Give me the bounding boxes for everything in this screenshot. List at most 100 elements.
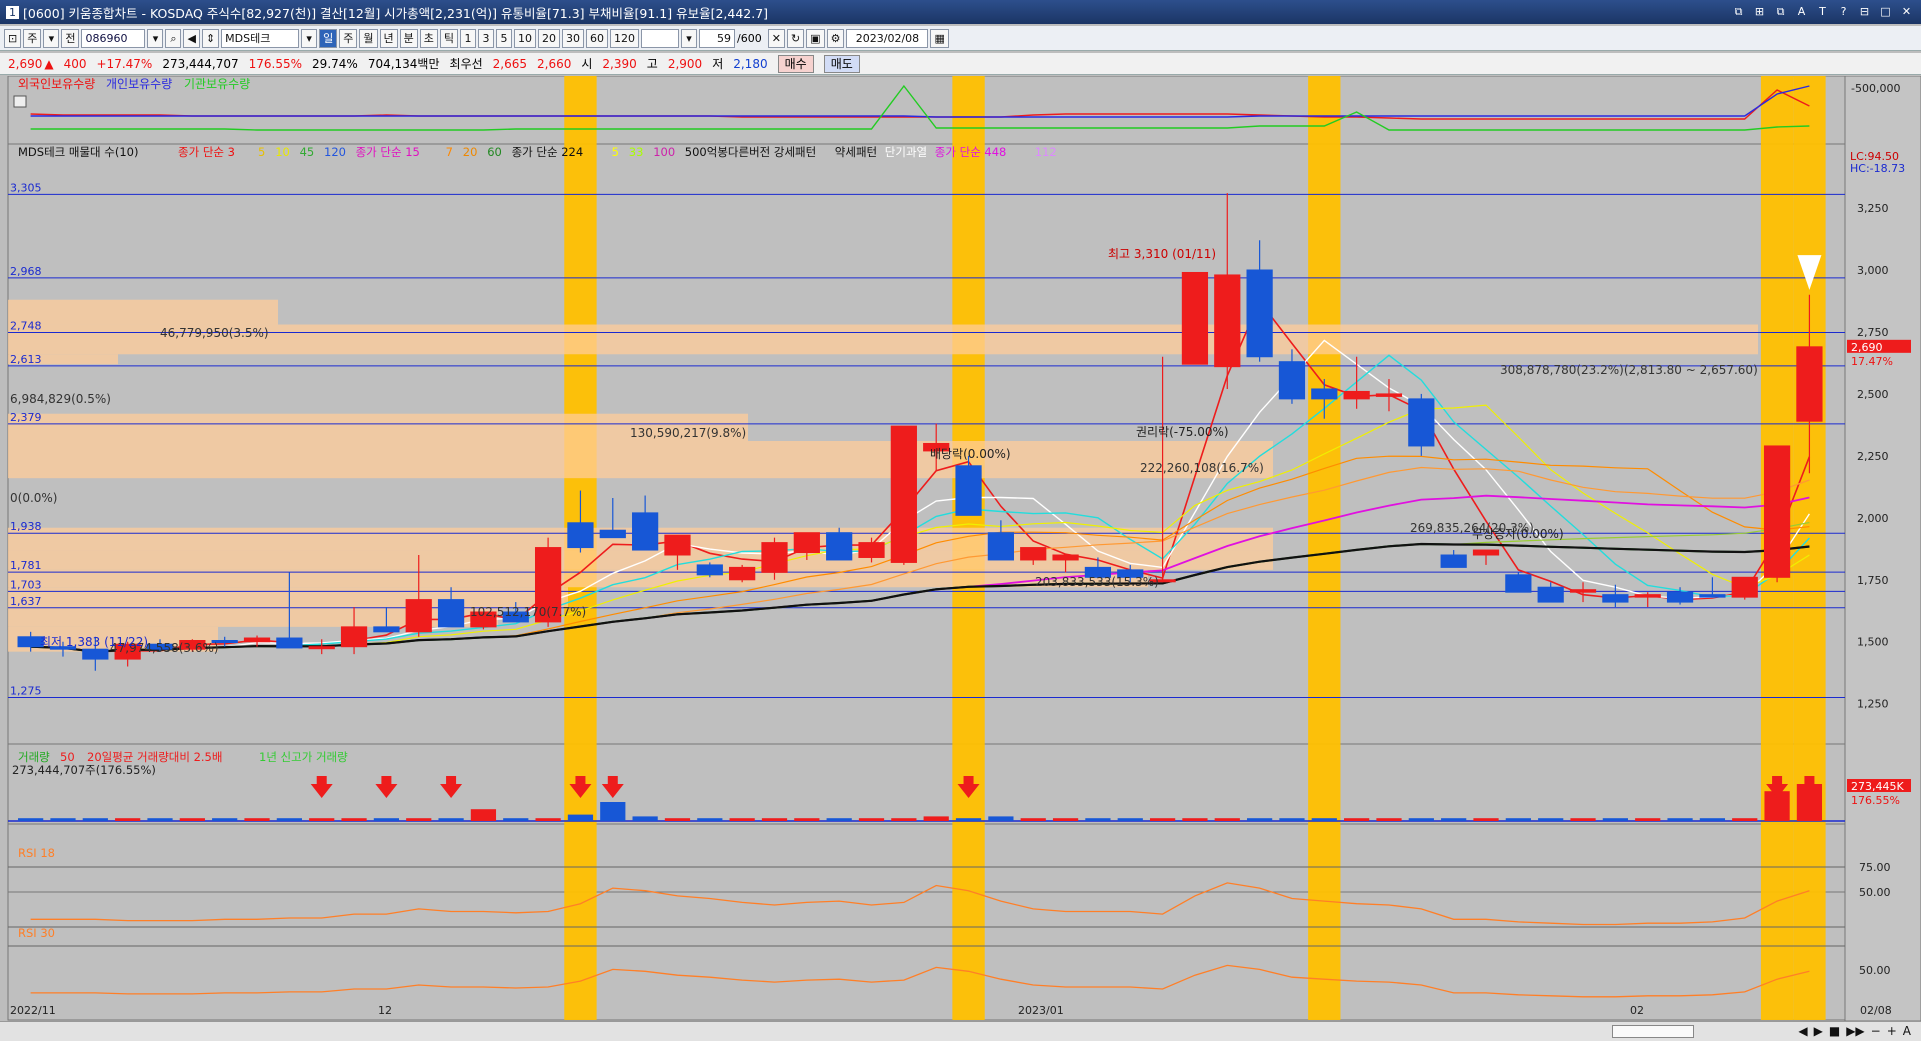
price-legend-item: 60: [487, 145, 502, 159]
interval-10[interactable]: 10: [514, 28, 537, 48]
volume-bar: [1247, 818, 1273, 821]
window-btn-1[interactable]: ⊞: [1751, 3, 1768, 20]
chart-type-icon[interactable]: ⊡: [4, 28, 22, 48]
candle-body: [1020, 547, 1047, 561]
stock-code-input[interactable]: 086960: [81, 28, 146, 48]
stock-chart[interactable]: 3,305 2,968 2,748 2,613 2,379 1,938 1,781 1,703…: [0, 76, 1921, 1021]
period-month[interactable]: 월: [359, 28, 378, 48]
font-icon[interactable]: A: [1903, 1024, 1911, 1038]
volume-bar: [1732, 818, 1758, 821]
interval-30[interactable]: 30: [562, 28, 585, 48]
fast-forward-icon[interactable]: ▶▶: [1846, 1024, 1864, 1038]
volume-tag-pct: 176.55%: [1851, 794, 1900, 807]
calendar-icon[interactable]: ▦: [930, 28, 949, 48]
custom-interval-input[interactable]: [641, 28, 680, 48]
hc-label: HC:-18.73: [1850, 162, 1905, 175]
interval-60[interactable]: 60: [586, 28, 609, 48]
volume-profile-label: 6,984,829(0.5%): [10, 392, 111, 406]
date-input[interactable]: 2023/02/08: [846, 28, 929, 48]
crosshair-icon[interactable]: ✕: [767, 28, 785, 48]
zoom-in-icon[interactable]: +: [1887, 1024, 1897, 1038]
period-year[interactable]: 년: [379, 28, 398, 48]
price-tick-label: 2,500: [1857, 388, 1889, 401]
window-btn-2[interactable]: ⧉: [1772, 3, 1789, 20]
scroll-thumb[interactable]: [1612, 1025, 1694, 1038]
volume-bar: [1020, 818, 1046, 821]
volume-bar: [697, 818, 723, 821]
chevron-down-icon[interactable]: ▾: [147, 28, 164, 48]
period-day[interactable]: 일: [319, 28, 338, 48]
chart-scrollbar[interactable]: ◀ ▶ ■ ▶▶ − + A: [0, 1021, 1921, 1041]
candle-body: [1181, 271, 1209, 365]
period-minute[interactable]: 분: [399, 28, 418, 48]
volume-bar: [470, 809, 497, 821]
volume-bar: [373, 818, 400, 821]
stop-icon[interactable]: ■: [1829, 1024, 1840, 1038]
low-price: 2,180: [733, 56, 768, 71]
window-btn-0[interactable]: ⧉: [1730, 3, 1747, 20]
stock-name-field[interactable]: MDS테크: [221, 28, 300, 48]
level-label: 1,703: [10, 578, 42, 591]
candle-body: [1375, 393, 1403, 397]
candle-body: [1763, 445, 1791, 578]
period-week[interactable]: 주: [339, 28, 358, 48]
volume-bar: [1279, 818, 1305, 821]
zoom-out-icon[interactable]: −: [1871, 1024, 1881, 1038]
candle-body: [987, 532, 1014, 561]
level-label: 2,613: [10, 353, 42, 366]
interval-20[interactable]: 20: [538, 28, 561, 48]
close-button[interactable]: ✕: [1898, 3, 1915, 20]
minimize-button[interactable]: ⊟: [1856, 3, 1873, 20]
gear-icon[interactable]: ⚙: [826, 28, 845, 48]
scroll-right-icon[interactable]: ▶: [1814, 1024, 1823, 1038]
period-second[interactable]: 초: [419, 28, 438, 48]
count-input[interactable]: 59: [699, 28, 736, 48]
price-tick-label: 2,250: [1857, 450, 1889, 463]
volume-bar: [309, 818, 335, 821]
candle-body: [696, 564, 723, 576]
interval-3[interactable]: 3: [478, 28, 495, 48]
interval-120[interactable]: 120: [610, 28, 640, 48]
volume-ratio: 176.55%: [248, 56, 303, 71]
level-label: 3,305: [10, 181, 42, 194]
window-controls: ⧉ ⊞ ⧉ A T ? ⊟ □ ✕: [1730, 3, 1915, 20]
volume-profile-band: [8, 550, 1273, 570]
volume-bar: [988, 816, 1014, 821]
volume-legend-item: 20일평균 거래량대비 2.5배: [87, 750, 222, 764]
candle-body: [1699, 594, 1726, 598]
window-btn-5[interactable]: ?: [1835, 3, 1852, 20]
rsi18-tick: 75.00: [1859, 861, 1891, 874]
interval-1[interactable]: 1: [460, 28, 477, 48]
price-legend-item: 100: [653, 145, 675, 159]
scope-select[interactable]: 전: [61, 28, 80, 48]
window-btn-3[interactable]: A: [1793, 3, 1810, 20]
candle-body: [1214, 274, 1241, 368]
search-icon[interactable]: ⌕: [165, 28, 182, 48]
interval-5[interactable]: 5: [496, 28, 513, 48]
chart-annotation: 배당락(0.00%): [930, 447, 1011, 461]
buy-button[interactable]: 매수: [777, 54, 814, 73]
candle-body: [243, 637, 271, 643]
dropdown-icon-3[interactable]: ▾: [681, 28, 698, 48]
mode-select[interactable]: 주: [23, 28, 42, 48]
window-btn-4[interactable]: T: [1814, 3, 1831, 20]
rsi30-pane-bg: [7, 891, 1846, 1021]
period-tick[interactable]: 틱: [439, 28, 459, 48]
volume-bar: [923, 816, 949, 821]
price-legend-item: 약세패턴: [835, 145, 877, 159]
dropdown-icon[interactable]: ▾: [43, 28, 60, 48]
refresh-icon[interactable]: ↻: [786, 28, 805, 48]
save-icon[interactable]: ▣: [806, 28, 825, 48]
sell-button[interactable]: 매도: [823, 54, 860, 73]
maximize-button[interactable]: □: [1877, 3, 1894, 20]
prev-next-icon[interactable]: ⇕: [201, 28, 220, 48]
volume-bar: [632, 816, 658, 821]
dropdown-icon-2[interactable]: ▾: [301, 28, 318, 48]
price-tick-label: 1,250: [1857, 698, 1889, 711]
top-axis-label: -500,000: [1851, 82, 1900, 95]
volume-bar: [1052, 818, 1079, 821]
scroll-left-icon[interactable]: ◀: [1798, 1024, 1807, 1038]
best-bid: 2,660: [537, 56, 572, 71]
volume-bar: [147, 818, 173, 821]
speaker-icon[interactable]: ◀: [183, 28, 200, 48]
